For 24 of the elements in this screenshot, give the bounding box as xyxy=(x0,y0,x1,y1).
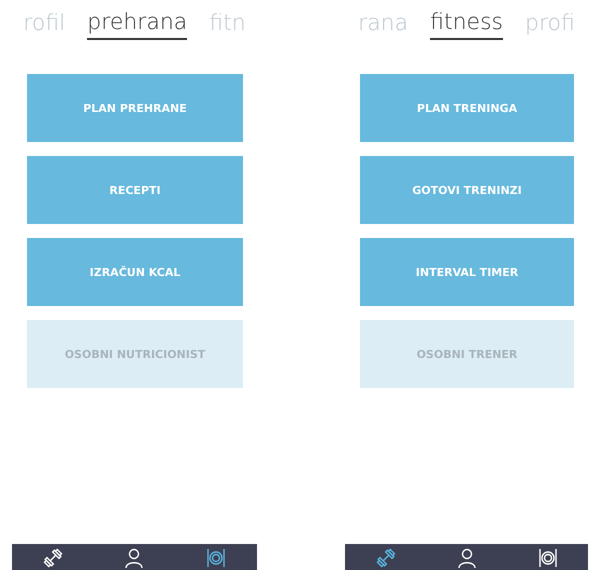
tab[interactable]: fitness xyxy=(430,8,503,40)
tab[interactable]: profi xyxy=(525,8,575,40)
tab[interactable]: rofil xyxy=(23,8,66,40)
nav-button[interactable] xyxy=(206,548,226,568)
menu-button[interactable]: INTERVAL TIMER xyxy=(360,238,574,306)
dumbbell-icon xyxy=(42,548,63,568)
tab[interactable]: fitn xyxy=(209,8,246,40)
menu-button[interactable]: PLAN PREHRANE xyxy=(27,74,243,142)
person-icon xyxy=(456,548,476,568)
tab[interactable]: prehrana xyxy=(87,8,188,40)
menu-button[interactable]: RECEPTI xyxy=(27,156,243,224)
plate-cutlery-icon xyxy=(538,548,558,568)
plate-cutlery-icon xyxy=(206,548,226,568)
nav-button[interactable] xyxy=(538,548,558,568)
menu-button[interactable]: PLAN TRENINGA xyxy=(360,74,574,142)
nav-button[interactable] xyxy=(376,548,396,568)
tab[interactable]: rana xyxy=(358,8,408,40)
dumbbell-icon xyxy=(376,548,396,568)
menu-button[interactable]: GOTOVI TRENINZI xyxy=(360,156,574,224)
person-icon xyxy=(124,548,144,568)
menu-button[interactable]: IZRAČUN KCAL xyxy=(27,238,243,306)
nav-button[interactable] xyxy=(42,548,63,568)
nav-button[interactable] xyxy=(124,548,144,568)
nav-button[interactable] xyxy=(456,548,476,568)
